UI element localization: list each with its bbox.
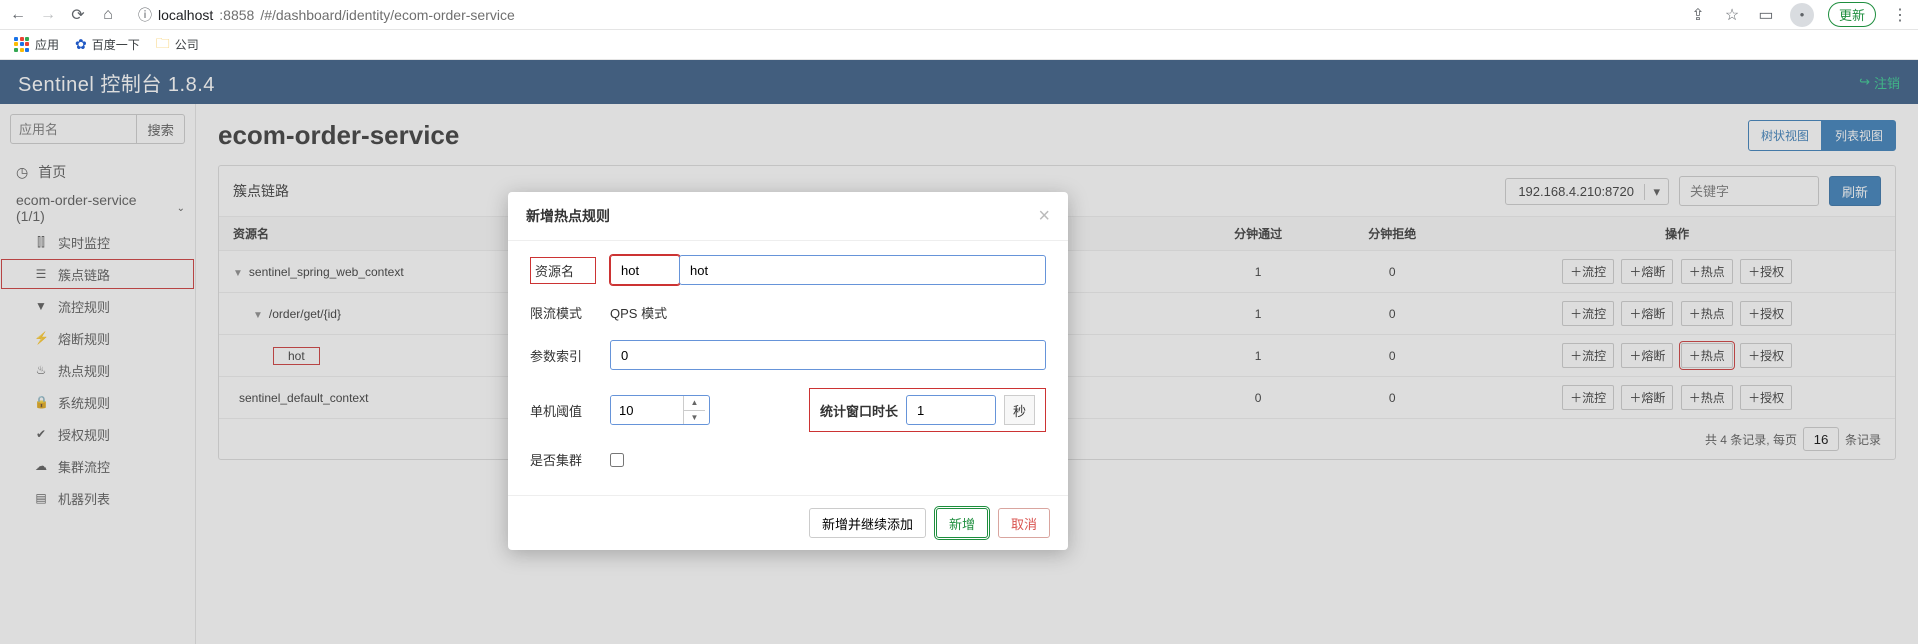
bookmark-apps[interactable]: 应用 [14,36,59,53]
bookmarks-bar: 应用 ✿ 百度一下 🗀 公司 [0,30,1918,60]
window-unit: 秒 [1004,395,1035,425]
back-icon[interactable]: ← [8,6,28,24]
url-path: /#/dashboard/identity/ecom-order-service [260,7,514,23]
bookmark-company[interactable]: 🗀 公司 [156,33,199,57]
profile-avatar[interactable]: • [1790,3,1814,27]
forward-icon[interactable]: → [38,6,58,24]
threshold-spinner[interactable]: ▲▼ [610,395,710,425]
close-icon[interactable]: × [1038,206,1050,226]
site-info-icon[interactable]: ⓘ [138,5,152,25]
share-icon[interactable]: ⇪ [1688,5,1708,25]
url-host: localhost [158,7,213,23]
address-bar[interactable]: ⓘ localhost :8858 /#/dashboard/identity/ec… [128,2,1628,28]
paw-icon: ✿ [75,36,87,53]
bookmark-label: 公司 [175,36,199,53]
window-duration-input[interactable] [906,395,996,425]
url-port: :8858 [219,7,254,23]
spinner-up-icon[interactable]: ▲ [684,396,705,411]
update-button[interactable]: 更新 [1828,2,1876,27]
add-hotspot-rule-modal: 新增热点规则 × 资源名 限流模式 QPS 模式 参数索引 单机阈值 ▲▼ 统计… [508,192,1068,550]
spinner-down-icon[interactable]: ▼ [684,411,705,425]
bookmark-label: 百度一下 [92,36,140,53]
folder-icon: 🗀 [156,33,170,57]
reload-icon[interactable]: ⟳ [68,5,88,25]
label-window: 统计窗口时长 [820,401,898,420]
bookmark-icon[interactable]: ☆ [1722,5,1742,25]
window-group: 统计窗口时长 秒 [809,388,1046,432]
label-mode: 限流模式 [530,303,596,322]
add-button[interactable]: 新增 [936,508,988,538]
resource-name-input[interactable] [679,255,1046,285]
label-threshold: 单机阈值 [530,401,596,420]
bookmark-label: 应用 [35,36,59,53]
home-icon[interactable]: ⌂ [98,6,118,24]
threshold-input[interactable] [611,396,683,424]
label-param-index: 参数索引 [530,346,596,365]
resource-name-highlight [610,255,680,285]
mode-value: QPS 模式 [610,303,667,322]
browser-toolbar: ← → ⟳ ⌂ ⓘ localhost :8858 /#/dashboard/ide… [0,0,1918,30]
bookmark-baidu[interactable]: ✿ 百度一下 [75,36,140,53]
add-continue-button[interactable]: 新增并继续添加 [809,508,926,538]
label-cluster: 是否集群 [530,450,596,469]
modal-title: 新增热点规则 [526,206,610,226]
cancel-button[interactable]: 取消 [998,508,1050,538]
label-resource: 资源名 [530,257,596,284]
cluster-checkbox[interactable] [610,453,624,467]
panel-icon[interactable]: ▭ [1756,5,1776,25]
param-index-input[interactable] [610,340,1046,370]
menu-icon[interactable]: ⋮ [1890,5,1910,25]
apps-icon [14,37,30,53]
